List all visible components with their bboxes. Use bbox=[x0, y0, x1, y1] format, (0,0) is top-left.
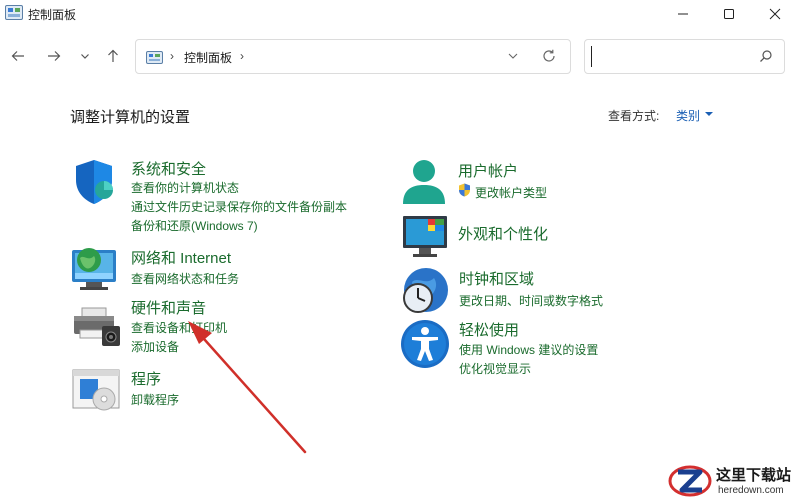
category-ease-of-access: 轻松使用 使用 Windows 建议的设置 优化视觉显示 bbox=[400, 319, 730, 377]
category-title[interactable]: 程序 bbox=[131, 368, 161, 389]
minimize-icon bbox=[678, 13, 688, 15]
category-link[interactable]: 查看你的计算机状态 bbox=[131, 179, 239, 196]
category-link[interactable]: 更改帐户类型 bbox=[475, 184, 547, 201]
search-box[interactable] bbox=[584, 39, 785, 74]
category-hardware-sound: 硬件和声音 查看设备和打印机 添加设备 bbox=[72, 297, 372, 355]
view-by-label: 查看方式: bbox=[608, 109, 660, 123]
category-title[interactable]: 时钟和区域 bbox=[459, 268, 534, 289]
category-system-security: 系统和安全 查看你的计算机状态 通过文件历史记录保存你的文件备份副本 备份和还原… bbox=[72, 158, 372, 238]
close-icon bbox=[769, 8, 781, 20]
network-globe-icon[interactable] bbox=[70, 246, 120, 292]
category-title[interactable]: 用户帐户 bbox=[458, 160, 518, 181]
search-input[interactable] bbox=[591, 46, 751, 67]
chevron-down-icon bbox=[81, 54, 89, 59]
category-link[interactable]: 更改日期、时间或数字格式 bbox=[459, 292, 603, 309]
title-bar: 控制面板 bbox=[0, 0, 798, 28]
category-appearance: 外观和个性化 bbox=[402, 215, 702, 259]
category-link[interactable]: 使用 Windows 建议的设置 bbox=[459, 341, 598, 358]
clock-globe-icon[interactable] bbox=[400, 266, 450, 316]
watermark-title: 这里下载站 bbox=[716, 466, 792, 484]
printer-speaker-icon[interactable] bbox=[72, 306, 122, 348]
watermark: 这里下载站 heredown.com bbox=[664, 460, 798, 501]
control-panel-icon bbox=[5, 5, 23, 20]
category-programs: 程序 卸载程序 bbox=[72, 367, 372, 415]
window-title: 控制面板 bbox=[28, 8, 77, 22]
uac-shield-icon bbox=[459, 183, 470, 197]
category-title[interactable]: 网络和 Internet bbox=[131, 247, 231, 268]
arrow-up-icon bbox=[108, 49, 118, 62]
maximize-icon bbox=[724, 9, 734, 19]
breadcrumb-separator[interactable]: › bbox=[240, 49, 244, 63]
category-network: 网络和 Internet 查看网络状态和任务 bbox=[70, 246, 370, 292]
category-title[interactable]: 硬件和声音 bbox=[131, 297, 206, 318]
breadcrumb-separator: › bbox=[170, 49, 174, 63]
maximize-button[interactable] bbox=[706, 0, 752, 28]
category-title[interactable]: 外观和个性化 bbox=[458, 223, 548, 244]
category-clock-region: 时钟和区域 更改日期、时间或数字格式 bbox=[400, 266, 730, 316]
close-button[interactable] bbox=[752, 0, 798, 28]
category-link[interactable]: 通过文件历史记录保存你的文件备份副本 bbox=[131, 198, 347, 215]
arrow-left-icon bbox=[11, 51, 24, 61]
search-icon[interactable] bbox=[759, 49, 773, 63]
category-link[interactable]: 优化视觉显示 bbox=[459, 360, 531, 377]
dropdown-caret-icon[interactable] bbox=[705, 112, 713, 116]
recent-locations-button[interactable] bbox=[73, 44, 97, 68]
watermark-url: heredown.com bbox=[718, 485, 784, 496]
shield-icon[interactable] bbox=[72, 158, 120, 206]
address-bar[interactable]: › 控制面板 › bbox=[135, 39, 571, 74]
page-title: 调整计算机的设置 bbox=[70, 109, 191, 126]
category-link[interactable]: 备份和还原(Windows 7) bbox=[131, 217, 258, 234]
category-link[interactable]: 卸载程序 bbox=[131, 391, 179, 408]
refresh-icon[interactable] bbox=[541, 48, 557, 64]
view-by-dropdown[interactable]: 类别 bbox=[676, 107, 700, 124]
appearance-monitor-icon[interactable] bbox=[402, 215, 450, 259]
watermark-logo-icon bbox=[668, 465, 712, 497]
category-link[interactable]: 添加设备 bbox=[131, 338, 179, 355]
chevron-down-icon[interactable] bbox=[507, 50, 519, 62]
breadcrumb-control-panel[interactable]: 控制面板 bbox=[184, 49, 232, 66]
minimize-button[interactable] bbox=[660, 0, 706, 28]
category-title[interactable]: 系统和安全 bbox=[131, 158, 206, 179]
back-button[interactable] bbox=[6, 44, 30, 68]
forward-button[interactable] bbox=[42, 44, 66, 68]
control-panel-icon bbox=[146, 51, 163, 64]
programs-icon[interactable] bbox=[72, 367, 122, 413]
category-user-accounts: 用户帐户 更改帐户类型 bbox=[401, 158, 701, 208]
category-link[interactable]: 查看网络状态和任务 bbox=[131, 270, 239, 287]
category-link[interactable]: 查看设备和打印机 bbox=[131, 319, 227, 336]
accessibility-icon[interactable] bbox=[400, 319, 450, 369]
user-icon[interactable] bbox=[401, 158, 447, 206]
category-title[interactable]: 轻松使用 bbox=[459, 319, 519, 340]
up-button[interactable] bbox=[101, 44, 125, 68]
arrow-right-icon bbox=[48, 51, 61, 61]
